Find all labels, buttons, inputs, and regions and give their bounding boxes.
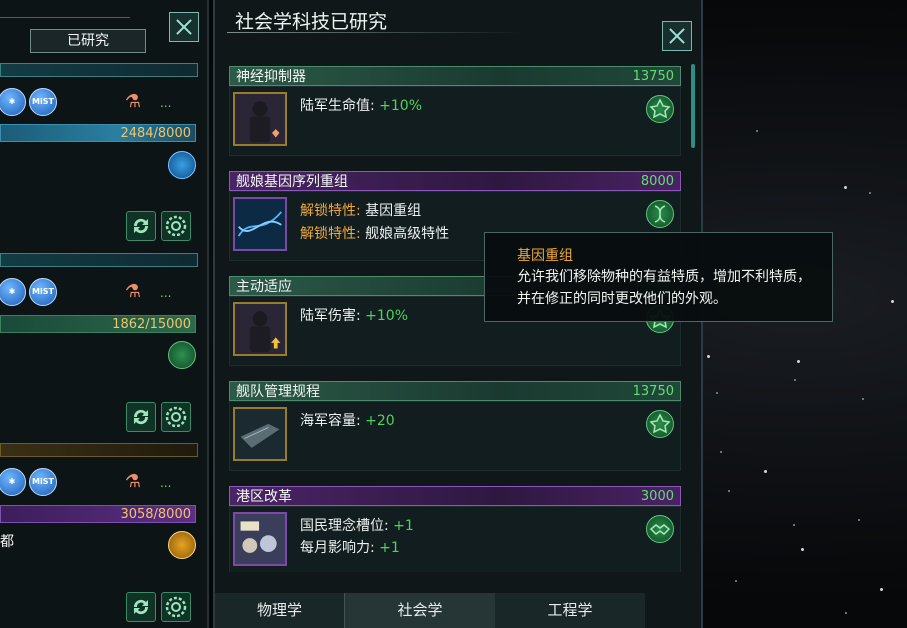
more-indicator: ... bbox=[160, 286, 172, 300]
flask-timer-icon: ⚗ bbox=[124, 91, 142, 112]
tooltip: 基因重组 允许我们移除物种的有益特质，增加不利特质，并在修正的同时更改他们的外观… bbox=[484, 232, 833, 322]
tech-card[interactable]: 港区改革 3000 国民理念槽位: +1 每月影响力: +1 bbox=[229, 486, 681, 572]
modifier-line: 每月影响力: +1 bbox=[300, 540, 400, 556]
soldier-health-icon bbox=[233, 92, 287, 146]
fleet-icon bbox=[233, 407, 287, 461]
tooltip-title: 基因重组 bbox=[517, 248, 573, 264]
handshake-icon bbox=[646, 515, 674, 543]
tech-body: 国民理念槽位: +1 每月影响力: +1 bbox=[229, 506, 681, 572]
tech-cost: 13750 bbox=[632, 69, 674, 84]
tech-body: 陆军生命值: +10% bbox=[229, 86, 681, 156]
physics-research-icon: ✱ bbox=[0, 88, 26, 116]
star bbox=[794, 379, 796, 381]
star bbox=[862, 398, 864, 400]
rocket-icon bbox=[168, 531, 196, 559]
tech-cost: 3000 bbox=[640, 489, 674, 504]
settings-gear-button[interactable] bbox=[161, 402, 191, 432]
settings-gear-button[interactable] bbox=[161, 211, 191, 241]
modifier-line: 国民理念槽位: +1 bbox=[300, 518, 414, 534]
reroll-button[interactable] bbox=[126, 402, 156, 432]
tech-body: 海军容量: +20 bbox=[229, 401, 681, 471]
star bbox=[764, 470, 767, 473]
flask-timer-icon: ⚗ bbox=[124, 281, 142, 302]
soldier-damage-icon bbox=[233, 302, 287, 356]
tech-card[interactable]: 舰队管理规程 13750 海军容量: +20 bbox=[229, 381, 681, 471]
tech-header: 港区改革 3000 bbox=[229, 486, 681, 506]
tech-name: 舰队管理规程 bbox=[236, 384, 320, 400]
researched-button[interactable]: 已研究 bbox=[30, 29, 146, 53]
close-icon[interactable] bbox=[662, 21, 692, 51]
star bbox=[858, 519, 860, 521]
tab-engineering[interactable]: 工程学 bbox=[495, 593, 645, 628]
star bbox=[845, 612, 847, 614]
tech-name: 神经抑制器 bbox=[236, 69, 306, 85]
modifier-line: 海军容量: +20 bbox=[300, 413, 395, 429]
star bbox=[720, 451, 722, 453]
modifier-line: 陆军伤害: +10% bbox=[300, 308, 409, 324]
tech-header: 舰娘基因序列重组 8000 bbox=[229, 171, 681, 191]
close-icon[interactable] bbox=[169, 12, 199, 42]
slot-header-bar bbox=[0, 63, 198, 77]
star bbox=[801, 548, 804, 551]
research-progress: 1862/15000 bbox=[0, 315, 196, 333]
star bbox=[793, 524, 795, 526]
research-slots-panel: 已研究 ✱ MiST ⚗ ... 2484/8000 ✱ MiST ⚗ ... … bbox=[0, 0, 209, 628]
star bbox=[728, 490, 730, 492]
tab-society[interactable]: 社会学 bbox=[345, 593, 495, 628]
tech-name: 主动适应 bbox=[236, 279, 292, 295]
star bbox=[869, 192, 871, 194]
tech-cost: 8000 bbox=[640, 174, 674, 189]
flask-timer-icon: ⚗ bbox=[124, 471, 142, 492]
tech-header: 舰队管理规程 13750 bbox=[229, 381, 681, 401]
tech-header: 神经抑制器 13750 bbox=[229, 66, 681, 86]
tech-name: 港区改革 bbox=[236, 489, 292, 505]
tab-physics[interactable]: 物理学 bbox=[215, 593, 345, 628]
tech-cost: 13750 bbox=[632, 384, 674, 399]
slot-header-bar bbox=[0, 443, 198, 457]
star bbox=[716, 392, 718, 394]
star bbox=[844, 186, 847, 189]
harbor-reform-icon bbox=[233, 512, 287, 566]
more-indicator: ... bbox=[160, 96, 172, 110]
computer-icon bbox=[168, 151, 196, 179]
star bbox=[891, 300, 894, 303]
unlock-line: 解锁特性: 基因重组 bbox=[300, 203, 422, 219]
star bbox=[880, 588, 883, 591]
society-research-icon: ✱ bbox=[0, 278, 26, 306]
research-progress: 3058/8000 bbox=[0, 505, 196, 523]
page-title: 社会学科技已研究 bbox=[235, 11, 388, 33]
military-theory-icon bbox=[646, 95, 674, 123]
settings-gear-button[interactable] bbox=[161, 592, 191, 622]
modifier-line: 陆军生命值: +10% bbox=[300, 98, 423, 114]
biology-icon bbox=[646, 200, 674, 228]
more-indicator: ... bbox=[160, 476, 172, 490]
star bbox=[735, 580, 737, 582]
star bbox=[797, 360, 800, 363]
research-progress: 2484/8000 bbox=[0, 124, 196, 142]
tooltip-body: 允许我们移除物种的有益特质，增加不利特质，并在修正的同时更改他们的外观。 bbox=[517, 269, 811, 307]
reroll-button[interactable] bbox=[126, 211, 156, 241]
engineering-research-icon: ✱ bbox=[0, 468, 26, 496]
military-theory-icon bbox=[646, 410, 674, 438]
star bbox=[707, 355, 710, 358]
dna-icon bbox=[233, 197, 287, 251]
game-screen: 已研究 ✱ MiST ⚗ ... 2484/8000 ✱ MiST ⚗ ... … bbox=[0, 0, 907, 628]
truncated-text: 都 bbox=[0, 534, 14, 550]
divider bbox=[0, 17, 130, 18]
divider bbox=[227, 32, 527, 33]
mist-badge-icon: MiST bbox=[29, 278, 57, 306]
mist-badge-icon: MiST bbox=[29, 88, 57, 116]
unlock-line: 解锁特性: 舰娘高级特性 bbox=[300, 226, 450, 242]
tech-card[interactable]: 神经抑制器 13750 陆军生命值: +10% bbox=[229, 66, 681, 156]
mist-badge-icon: MiST bbox=[29, 468, 57, 496]
star bbox=[756, 130, 758, 132]
military-theory-icon bbox=[168, 341, 196, 369]
slot-header-bar bbox=[0, 253, 198, 267]
reroll-button[interactable] bbox=[126, 592, 156, 622]
tech-name: 舰娘基因序列重组 bbox=[236, 174, 348, 190]
